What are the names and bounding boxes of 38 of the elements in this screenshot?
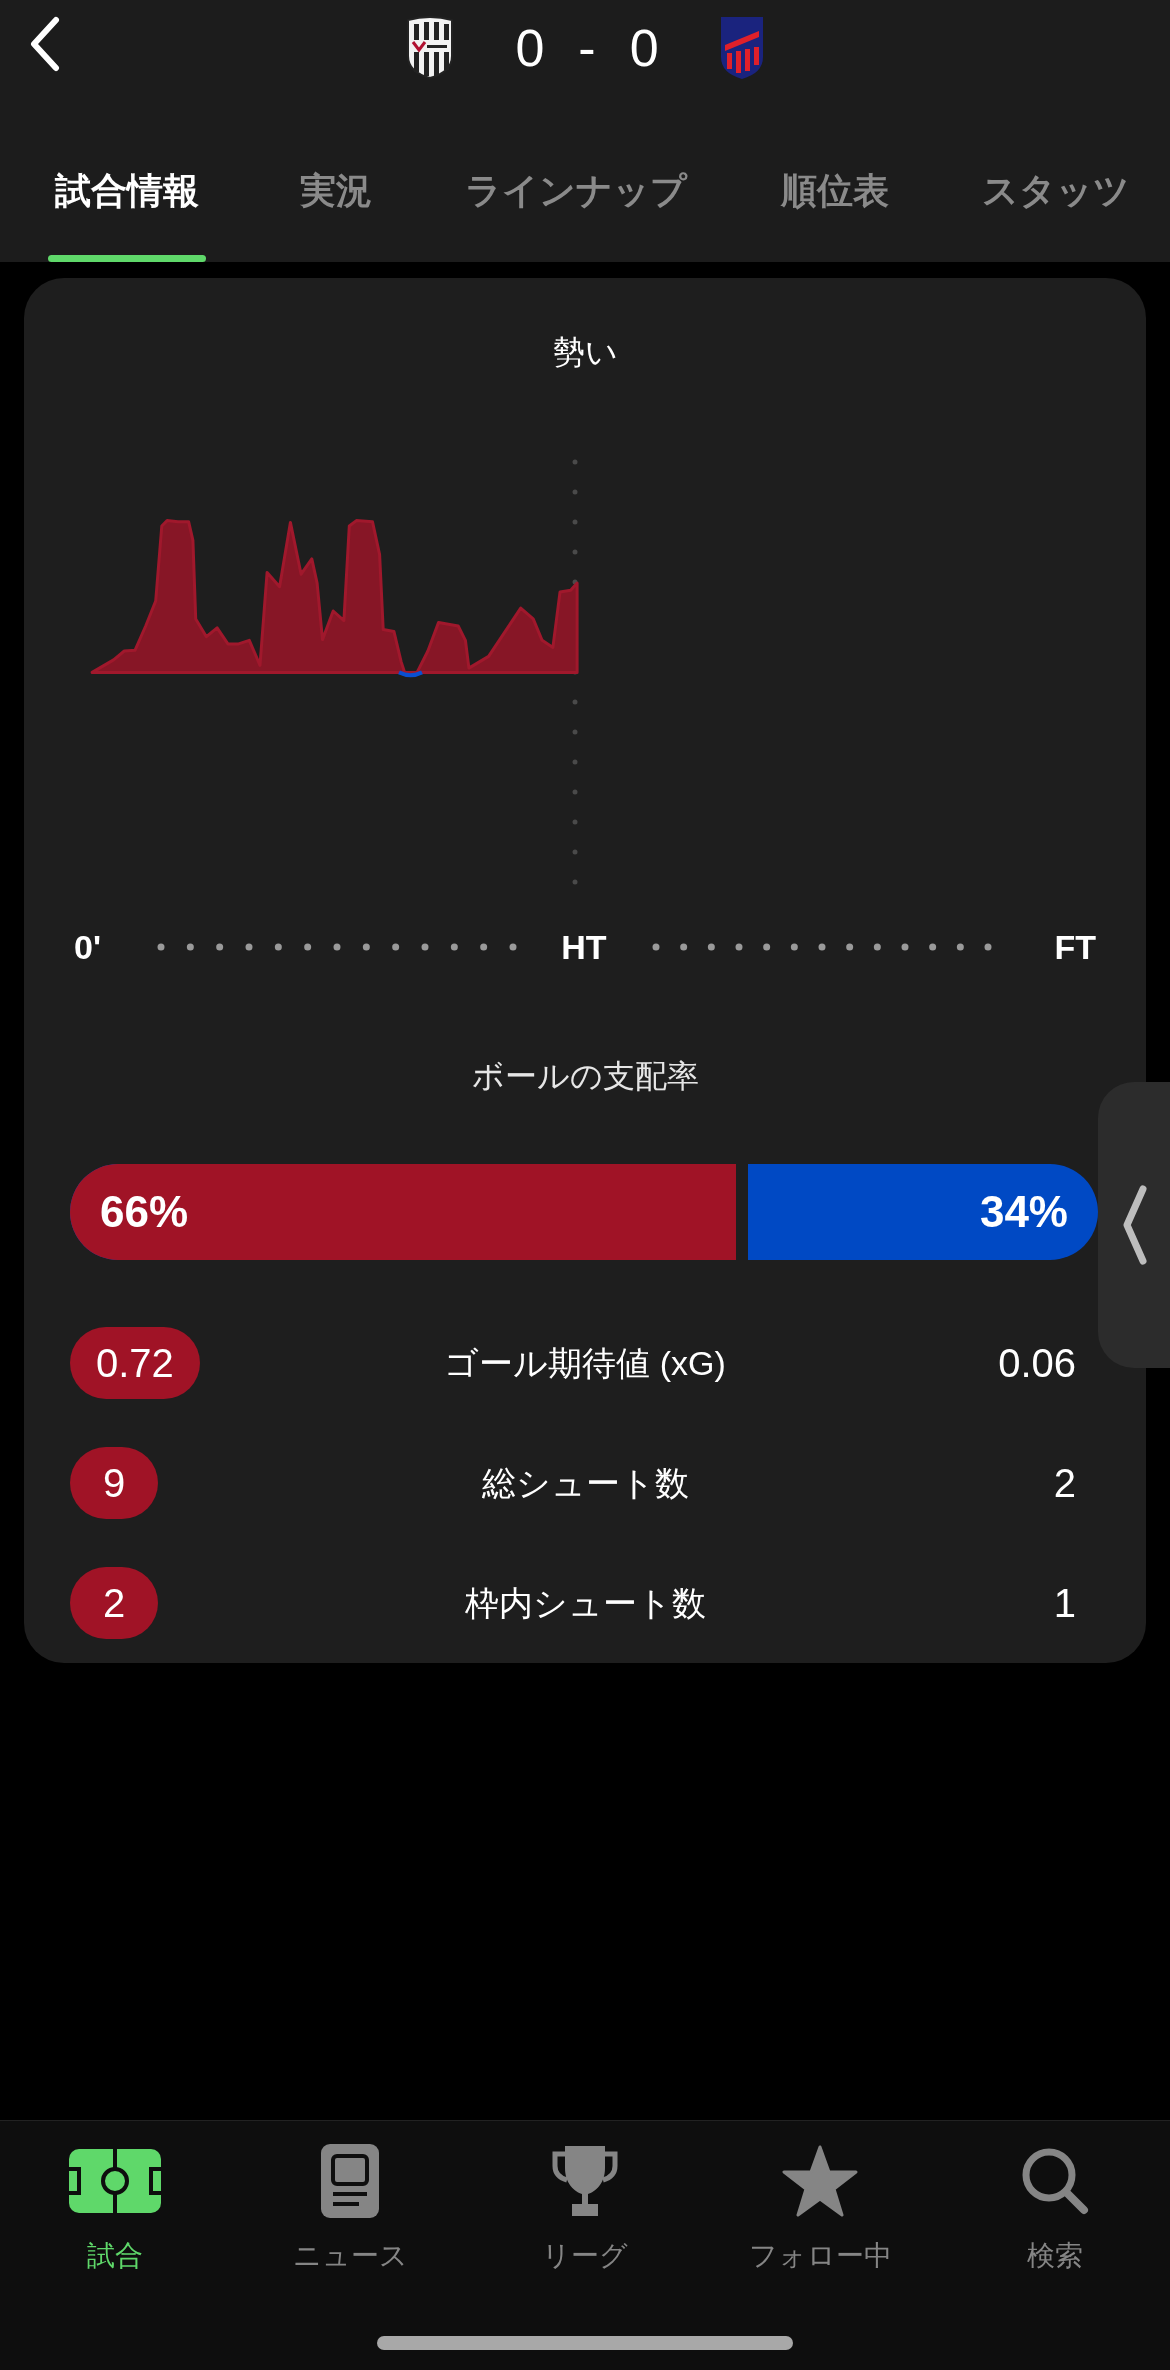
- nav-item[interactable]: フォロー中: [720, 2141, 920, 2277]
- nav-item[interactable]: ニュース: [250, 2141, 450, 2277]
- home-stat-value: 0.72: [70, 1327, 200, 1399]
- possession-title: ボールの支配率: [471, 1057, 699, 1096]
- newspaper-icon: [321, 2144, 379, 2218]
- stat-label: ゴール期待値 (xG): [443, 1342, 727, 1384]
- tab[interactable]: スタッツ: [982, 173, 1130, 262]
- team-crest-icon: [718, 14, 765, 81]
- axis-label: FT: [1054, 926, 1096, 968]
- team-crest-icon: [405, 15, 456, 80]
- away-possession-value: 34%: [979, 1186, 1069, 1238]
- tab[interactable]: 実況: [299, 173, 372, 262]
- chevron-left-icon: [1121, 1185, 1147, 1265]
- stat-label: 総シュート数: [480, 1462, 690, 1504]
- home-stat-value: 9: [70, 1447, 158, 1519]
- axis-label: HT: [561, 926, 607, 968]
- away-stat-value: 1: [1053, 1580, 1077, 1627]
- away-stat-value: 2: [1053, 1460, 1077, 1507]
- tab[interactable]: ラインナップ: [465, 173, 687, 262]
- away-stat-value: 0.06: [998, 1340, 1077, 1387]
- away-score: 0: [629, 21, 659, 74]
- nav-item[interactable]: 試合: [15, 2141, 215, 2277]
- nav-item[interactable]: リーグ: [485, 2141, 685, 2277]
- side-panel-handle[interactable]: [1098, 1082, 1170, 1368]
- tab[interactable]: 試合情報: [48, 173, 206, 262]
- axis-label: 0': [74, 926, 102, 968]
- home-stat-value: 2: [70, 1567, 158, 1639]
- home-possession-value: 66%: [100, 1186, 189, 1238]
- pitch-icon: [69, 2149, 161, 2213]
- star-icon: [782, 2145, 858, 2217]
- tab[interactable]: 順位表: [780, 173, 889, 262]
- trophy-icon: [550, 2144, 620, 2218]
- nav-item[interactable]: 検索: [955, 2141, 1155, 2277]
- momentum-title: 勢い: [552, 333, 618, 372]
- search-icon: [1020, 2146, 1090, 2216]
- home-score: 0: [515, 21, 545, 74]
- score-separator: -: [578, 21, 596, 74]
- stat-label: 枠内シュート数: [463, 1582, 707, 1624]
